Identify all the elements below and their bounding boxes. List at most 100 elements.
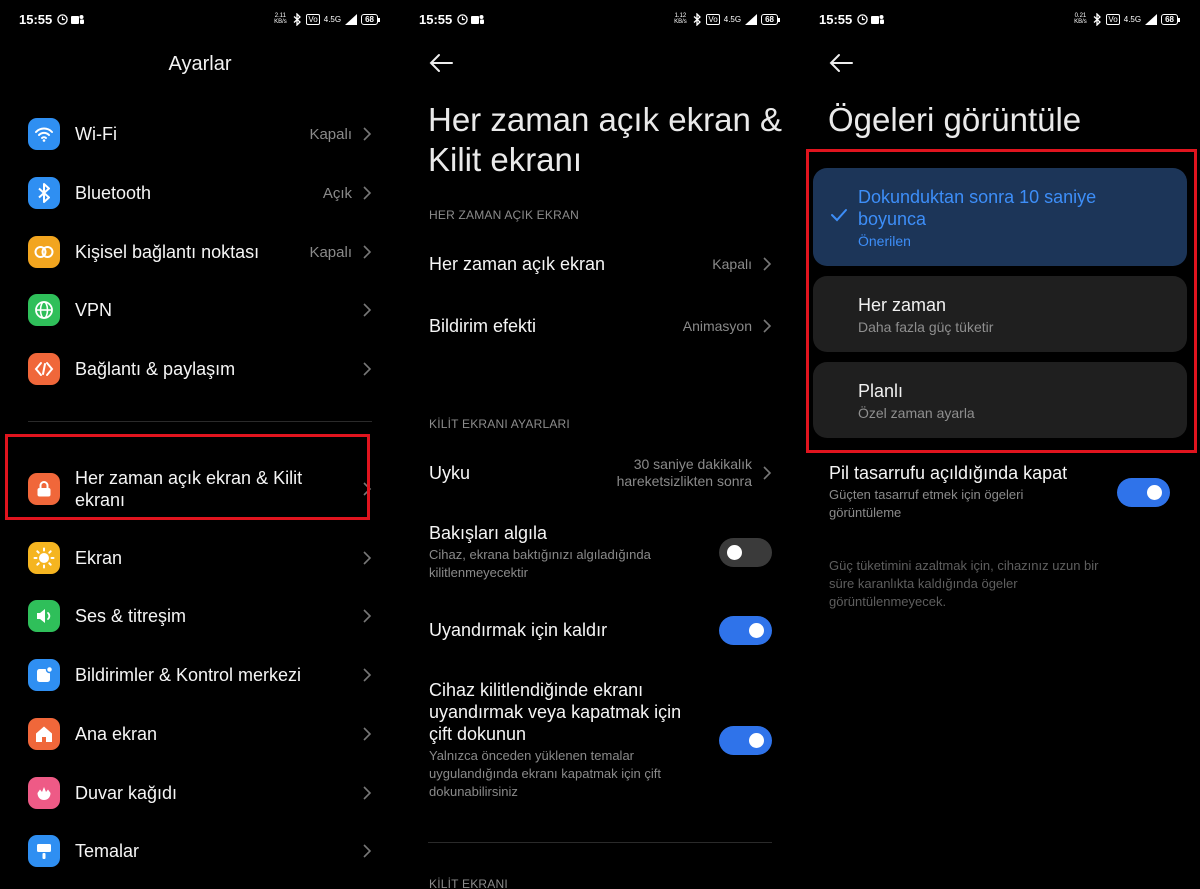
settings-item-label: Wi-Fi bbox=[75, 124, 117, 144]
glance-row[interactable]: Bakışları algıla Cihaz, ekrana baktığını… bbox=[429, 522, 772, 582]
section-header: KİLİT EKRANI bbox=[429, 877, 508, 889]
chevron-right-icon bbox=[363, 727, 372, 741]
clock-icon bbox=[857, 13, 868, 25]
glance-description: Cihaz, ekrana baktığınızı algıladığında … bbox=[429, 547, 651, 580]
status-bar: 15:55 2.11 KB/s Vo 4.5G 68 bbox=[19, 10, 380, 28]
chevron-right-icon bbox=[363, 551, 372, 565]
settings-screen: 15:55 2.11 KB/s Vo 4.5G 68 Ayarlar Wi-Fi … bbox=[0, 0, 400, 889]
chevron-right-icon bbox=[763, 466, 772, 480]
settings-item-home-screen[interactable]: Ana ekran bbox=[28, 718, 372, 750]
highlight-box bbox=[806, 149, 1197, 453]
settings-item-sound[interactable]: Ses & titreşim bbox=[28, 600, 372, 632]
sun-icon bbox=[28, 542, 60, 574]
chevron-right-icon bbox=[363, 303, 372, 317]
chevron-right-icon bbox=[763, 319, 772, 333]
bluetooth-icon bbox=[28, 177, 60, 209]
battery-saver-row[interactable]: Pil tasarrufu açıldığında kapat Güçten t… bbox=[829, 462, 1170, 522]
settings-item-label: Ana ekran bbox=[75, 724, 158, 744]
settings-item-connection-sharing[interactable]: Bağlantı & paylaşım bbox=[28, 353, 372, 385]
chevron-right-icon bbox=[363, 245, 372, 259]
battery-indicator: 68 bbox=[1161, 13, 1180, 25]
flower-icon bbox=[28, 777, 60, 809]
notification-effect-label: Bildirim efekti bbox=[429, 316, 537, 336]
battery-indicator: 68 bbox=[361, 13, 380, 25]
info-note: Güç tüketimini azaltmak için, cihazınız … bbox=[829, 558, 1099, 609]
settings-item-themes[interactable]: Temalar bbox=[28, 835, 372, 867]
battery-indicator: 68 bbox=[761, 13, 780, 25]
globe-icon bbox=[28, 294, 60, 326]
settings-item-hotspot[interactable]: Kişisel bağlantı noktası Kapalı bbox=[28, 236, 372, 268]
settings-item-label: Duvar kağıdı bbox=[75, 783, 178, 803]
section-header: HER ZAMAN AÇIK EKRAN bbox=[429, 208, 580, 222]
share-icon bbox=[28, 353, 60, 385]
teams-icon bbox=[71, 14, 85, 24]
signal-icon bbox=[345, 13, 358, 25]
settings-item-value: Kapalı bbox=[309, 125, 352, 143]
settings-item-bluetooth[interactable]: Bluetooth Açık bbox=[28, 177, 372, 209]
settings-item-display[interactable]: Ekran bbox=[28, 542, 372, 574]
double-tap-label: Cihaz kilitlendiğinde ekranı uyandırmak … bbox=[429, 680, 682, 744]
bluetooth-status-icon bbox=[293, 12, 302, 26]
status-time: 15:55 bbox=[19, 11, 53, 27]
double-tap-row[interactable]: Cihaz kilitlendiğinde ekranı uyandırmak … bbox=[429, 680, 772, 800]
sleep-label: Uyku bbox=[429, 463, 471, 483]
network-speed: 0.21 KB/s bbox=[1074, 13, 1087, 25]
lte-signal: 4.5G bbox=[323, 14, 342, 24]
bluetooth-status-icon bbox=[1093, 12, 1102, 26]
settings-item-wifi[interactable]: Wi-Fi Kapalı bbox=[28, 118, 372, 150]
back-arrow-icon[interactable] bbox=[428, 50, 454, 76]
sleep-row[interactable]: Uyku 30 saniye dakikalık hareketsizlikte… bbox=[429, 455, 772, 491]
settings-item-label: Bağlantı & paylaşım bbox=[75, 359, 236, 379]
sleep-value: 30 saniye dakikalık hareketsizlikten son… bbox=[616, 456, 752, 489]
raise-to-wake-row[interactable]: Uyandırmak için kaldır bbox=[429, 615, 772, 645]
settings-item-wallpaper[interactable]: Duvar kağıdı bbox=[28, 777, 372, 809]
chevron-right-icon bbox=[363, 786, 372, 800]
settings-item-label: VPN bbox=[75, 300, 113, 320]
page-title: Ögeleri görüntüle bbox=[828, 101, 1082, 138]
chevron-right-icon bbox=[363, 127, 372, 141]
double-tap-description: Yalnızca önceden yüklenen temalar uygula… bbox=[429, 748, 661, 799]
battery-saver-label: Pil tasarrufu açıldığında kapat bbox=[829, 463, 1068, 483]
chevron-right-icon bbox=[363, 362, 372, 376]
volte-icon: Vo bbox=[1106, 13, 1120, 25]
settings-item-value: Açık bbox=[322, 184, 352, 202]
aod-toggle-row[interactable]: Her zaman açık ekran Kapalı bbox=[429, 250, 772, 278]
chevron-right-icon bbox=[763, 257, 772, 271]
divider bbox=[28, 421, 372, 422]
chevron-right-icon bbox=[363, 668, 372, 682]
teams-icon bbox=[471, 14, 485, 24]
clock-icon bbox=[457, 13, 468, 25]
wifi-icon bbox=[28, 118, 60, 150]
raise-to-wake-toggle[interactable] bbox=[719, 615, 772, 645]
volte-icon: Vo bbox=[306, 13, 320, 25]
notification-effect-value: Animasyon bbox=[682, 318, 752, 334]
hotspot-icon bbox=[28, 236, 60, 268]
settings-item-label: Kişisel bağlantı noktası bbox=[75, 242, 260, 262]
chevron-right-icon bbox=[363, 609, 372, 623]
status-bar: 15:55 1.12 KB/s Vo 4.5G 68 bbox=[419, 10, 780, 28]
notification-effect-row[interactable]: Bildirim efekti Animasyon bbox=[429, 312, 772, 340]
aod-lock-screen: 15:55 1.12 KB/s Vo 4.5G 68 Her zaman açık… bbox=[400, 0, 800, 889]
settings-item-notifications[interactable]: Bildirimler & Kontrol merkezi bbox=[28, 659, 372, 691]
signal-icon bbox=[745, 13, 758, 25]
volte-icon: Vo bbox=[706, 13, 720, 25]
clock-icon bbox=[57, 13, 68, 25]
settings-item-vpn[interactable]: VPN bbox=[28, 294, 372, 326]
glance-toggle[interactable] bbox=[719, 537, 772, 567]
home-icon bbox=[28, 718, 60, 750]
settings-item-label: Bluetooth bbox=[75, 183, 152, 203]
battery-saver-toggle[interactable] bbox=[1117, 477, 1170, 507]
network-speed: 2.11 KB/s bbox=[274, 13, 287, 25]
back-arrow-icon[interactable] bbox=[828, 50, 854, 76]
lte-signal: 4.5G bbox=[1123, 14, 1142, 24]
status-bar: 15:55 0.21 KB/s Vo 4.5G 68 bbox=[819, 10, 1180, 28]
signal-icon bbox=[1145, 13, 1158, 25]
lte-signal: 4.5G bbox=[723, 14, 742, 24]
aod-label: Her zaman açık ekran bbox=[429, 254, 606, 274]
battery-saver-description: Güçten tasarruf etmek için ögeleri görün… bbox=[829, 487, 1024, 520]
speaker-icon bbox=[28, 600, 60, 632]
settings-item-value: Kapalı bbox=[309, 243, 352, 261]
raise-to-wake-label: Uyandırmak için kaldır bbox=[429, 620, 608, 640]
status-time: 15:55 bbox=[419, 11, 453, 27]
double-tap-toggle[interactable] bbox=[719, 725, 772, 755]
